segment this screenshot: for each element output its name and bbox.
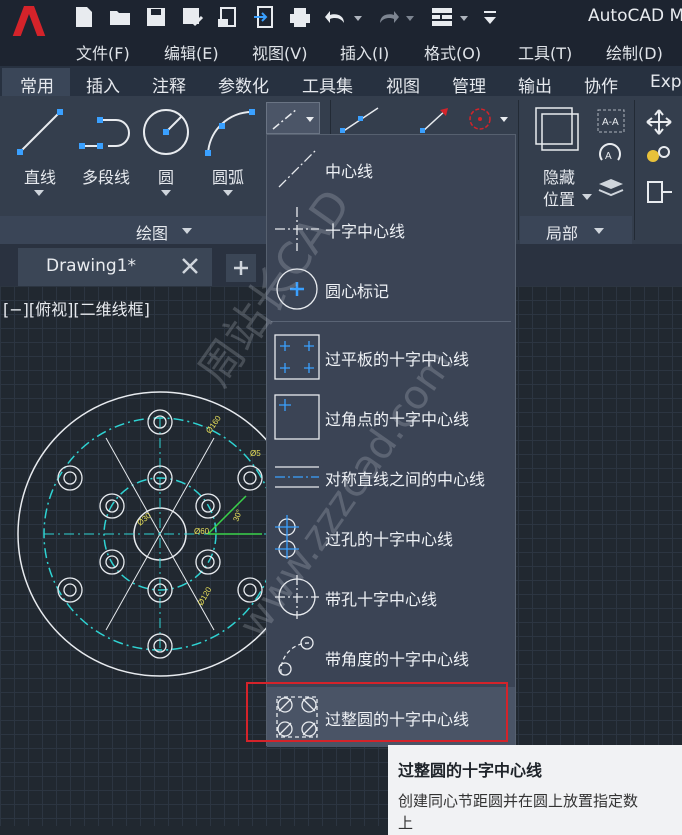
tab-view[interactable]: 视图 (386, 72, 420, 97)
menu-draw[interactable]: 绘制(D) (606, 40, 663, 64)
corner-cross-centerline-icon (274, 394, 320, 440)
new-file-icon[interactable] (72, 5, 96, 29)
draw-panel-expand-icon[interactable] (182, 228, 192, 234)
menu-item-label: 圆心标记 (325, 282, 390, 301)
menu-divider (271, 321, 511, 322)
menu-item-label: 带孔十字中心线 (325, 590, 438, 609)
panel-separator (634, 100, 635, 240)
menu-insert[interactable]: 插入(I) (340, 40, 389, 64)
panel-separator (518, 100, 519, 240)
position-dropdown-icon[interactable] (582, 194, 592, 200)
undo-dropdown-icon[interactable] (352, 5, 364, 29)
red-highlight-box (246, 682, 508, 742)
tab-insert[interactable]: 插入 (86, 72, 120, 97)
circle-dropdown-icon[interactable] (161, 190, 171, 196)
tab-output[interactable]: 输出 (518, 72, 552, 97)
local-panel-title[interactable]: 局部 (546, 220, 578, 244)
tooltip-title: 过整圆的十字中心线 (398, 761, 543, 780)
tab-toolsets[interactable]: 工具集 (302, 72, 353, 97)
close-tab-icon[interactable] (180, 256, 200, 276)
save-as-icon[interactable] (180, 5, 204, 29)
tab-express[interactable]: Exp (650, 72, 682, 92)
circle-label[interactable]: 圆 (140, 164, 192, 188)
tab-collaborate[interactable]: 协作 (584, 72, 618, 97)
line-label[interactable]: 直线 (14, 164, 66, 188)
menu-file[interactable]: 文件(F) (76, 40, 130, 64)
centerline-split-button[interactable] (266, 102, 320, 134)
document-tab-title[interactable]: Drawing1* (46, 256, 136, 276)
polyline-label[interactable]: 多段线 (74, 164, 138, 188)
local-panel-expand-icon[interactable] (594, 228, 604, 234)
tab-annotate[interactable]: 注释 (152, 72, 186, 97)
menu-item-angled-cross-centerline[interactable]: 带角度的十字中心线 (267, 627, 515, 687)
stretch-icon[interactable] (644, 178, 674, 206)
dim-label: Ø120 (196, 585, 214, 607)
tooltip-description-cont: 上 (398, 814, 414, 832)
undo-icon[interactable] (324, 5, 348, 29)
menu-format[interactable]: 格式(O) (424, 40, 481, 64)
line-icon[interactable] (14, 106, 66, 158)
position-label[interactable]: 位置 (534, 186, 584, 210)
menu-item-plate-cross-centerline[interactable]: 过平板的十字中心线 (267, 327, 515, 387)
tooltip-description: 创建同心节距圆并在圆上放置指定数 (398, 792, 639, 810)
text-replace-icon[interactable]: A-A (596, 108, 626, 134)
circle-icon[interactable] (140, 106, 192, 158)
arc-dropdown-icon[interactable] (223, 190, 233, 196)
menu-item-label: 带角度的十字中心线 (325, 650, 470, 669)
plate-cross-centerline-icon (274, 334, 320, 380)
redo-icon[interactable] (376, 5, 400, 29)
match-properties-icon[interactable] (430, 5, 454, 29)
redo-dropdown-icon[interactable] (404, 5, 416, 29)
customize-quick-access-icon[interactable] (482, 5, 498, 29)
dim-label: Ø30 (136, 511, 154, 528)
menu-view[interactable]: 视图(V) (252, 40, 307, 64)
copy-icon[interactable] (644, 142, 674, 170)
polyline-icon[interactable] (78, 106, 134, 158)
line-dropdown-icon[interactable] (34, 190, 44, 196)
layer-icon[interactable] (596, 176, 626, 204)
plot-icon[interactable] (288, 5, 312, 29)
dimension-tool-icon[interactable] (418, 104, 458, 134)
hide-position-icon[interactable] (532, 104, 586, 158)
dim-label: 30° (231, 508, 244, 522)
modify-tool-icon[interactable] (338, 104, 386, 134)
open-folder-icon[interactable] (108, 5, 132, 29)
tab-parametric[interactable]: 参数化 (218, 72, 269, 97)
refresh-text-icon[interactable]: A (596, 140, 626, 168)
share-icon[interactable] (252, 5, 276, 29)
hide-label[interactable]: 隐藏 (534, 164, 584, 188)
svg-text:A: A (605, 151, 612, 162)
circle-tool-icon[interactable] (464, 104, 516, 134)
dim-label: Ø60 (194, 527, 210, 536)
arc-icon[interactable] (202, 106, 258, 158)
angled-cross-centerline-icon (278, 636, 314, 676)
dim-label: Ø5 (250, 449, 261, 458)
open-web-icon[interactable] (216, 5, 240, 29)
tab-manage[interactable]: 管理 (452, 72, 486, 97)
symmetric-lines-centerline-icon (275, 466, 319, 488)
tab-home[interactable]: 常用 (20, 72, 54, 97)
match-dropdown-icon[interactable] (458, 5, 470, 29)
arc-label[interactable]: 圆弧 (202, 164, 254, 188)
menu-item-label: 中心线 (325, 162, 374, 181)
move-icon[interactable] (644, 108, 674, 136)
dim-label: Ø160 (204, 414, 223, 436)
menu-edit[interactable]: 编辑(E) (164, 40, 219, 64)
draw-panel-title[interactable]: 绘图 (136, 220, 168, 244)
draw-panel-title-bar[interactable] (0, 216, 266, 244)
menu-tools[interactable]: 工具(T) (518, 40, 572, 64)
svg-text:A-A: A-A (602, 117, 619, 128)
save-icon[interactable] (144, 5, 168, 29)
app-title: AutoCAD M (588, 6, 682, 26)
